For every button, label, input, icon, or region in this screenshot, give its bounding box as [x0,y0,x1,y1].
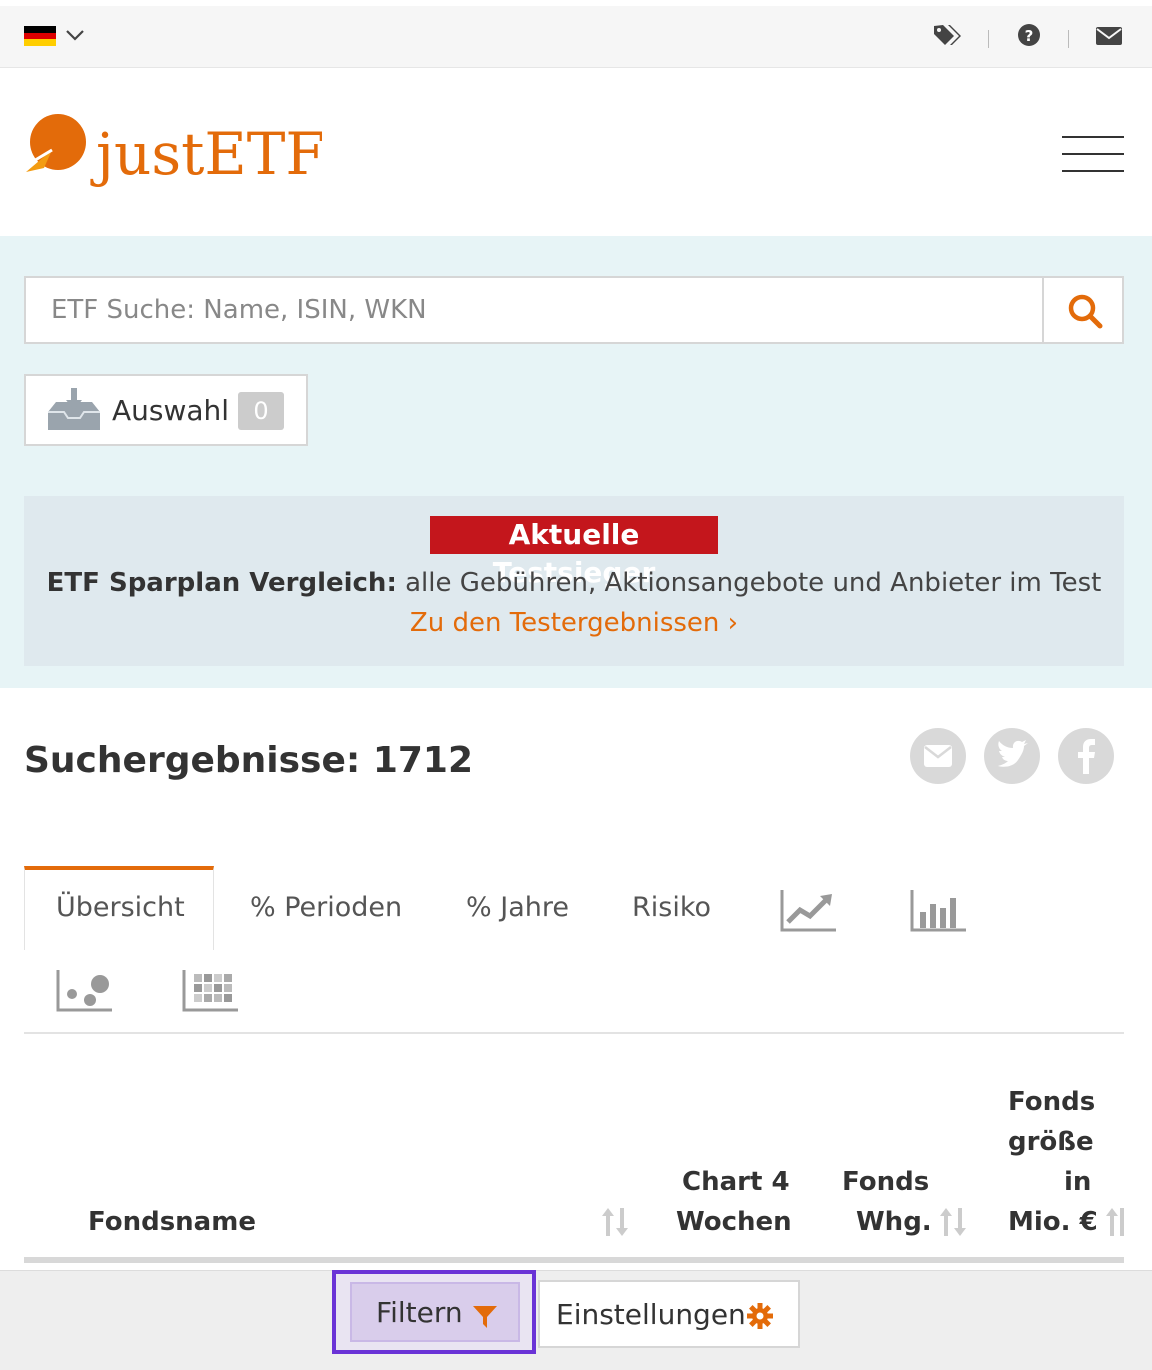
promo-link-label[interactable]: Zu den Testergebnissen [410,608,720,638]
results-table-header: Fondsname Chart 4 Wochen Fonds Whg. Fond… [24,1080,1124,1260]
filter-label[interactable]: Filtern [376,1296,463,1329]
gear-icon [747,1303,773,1329]
filter-button[interactable]: Filtern [332,1270,536,1354]
funnel-icon [473,1306,497,1328]
col-fund-name[interactable]: Fondsname [88,1202,256,1242]
chevron-down-icon[interactable] [64,24,86,46]
results-title: Suchergebnisse: 1712 [24,740,474,781]
separator [988,30,989,48]
justetf-logo[interactable]: justETF [22,110,322,202]
selection-count-badge: 0 [238,392,284,430]
inbox-download-icon [48,388,100,430]
tab-years[interactable]: % Jahre [466,892,569,923]
chevron-right-icon: › [727,608,739,638]
promo-banner: Aktuelle Testsieger ETF Sparplan Verglei… [24,496,1124,666]
hamburger-menu-icon[interactable] [1062,136,1124,174]
col-currency-line1[interactable]: Fonds [842,1162,929,1202]
promo-badge: Aktuelle Testsieger [430,516,718,589]
view-tabs: Übersicht % Perioden % Jahre Risiko [24,866,1124,1034]
col-chart-line2: Wochen [676,1207,792,1237]
promo-text-rest: alle Gebühren, Aktionsangebote und Anbie… [396,568,1102,598]
question-circle-icon[interactable]: ? [1016,22,1046,48]
col-chart-line1: Chart 4 [682,1167,790,1197]
top-bar [0,0,1152,68]
col-currency-line2[interactable]: Whg. [856,1202,932,1242]
promo-link[interactable]: Zu den Testergebnissen › [24,608,1124,638]
tab-risk[interactable]: Risiko [632,892,711,923]
promo-text: ETF Sparplan Vergleich: alle Gebühren, A… [24,568,1124,598]
search-icon [1068,294,1103,329]
tags-icon[interactable] [932,22,962,48]
twitter-icon[interactable] [984,728,1040,784]
sort-icon[interactable] [938,1206,968,1238]
tab-line-chart-icon[interactable] [780,888,838,934]
col-size-line1[interactable]: Fonds [1008,1082,1095,1122]
tab-heatmap-icon[interactable] [182,968,240,1014]
german-flag-icon[interactable] [24,26,56,46]
tab-overview-label[interactable]: Übersicht [56,892,185,923]
col-size-line4[interactable]: Mio. € [1008,1202,1098,1242]
tab-scatter-chart-icon[interactable] [56,968,114,1014]
selection-button[interactable]: Auswahl 0 [24,374,308,446]
svg-text:?: ? [1025,27,1034,45]
search-button[interactable] [1042,276,1124,344]
promo-text-bold: ETF Sparplan Vergleich: [46,568,397,598]
col-size-line3[interactable]: in [1064,1162,1091,1202]
filter-button-inner[interactable]: Filtern [350,1282,520,1342]
table-divider [24,1257,1124,1263]
envelope-icon[interactable] [1094,22,1124,48]
tab-periods[interactable]: % Perioden [250,892,402,923]
col-size-line2[interactable]: größe [1008,1122,1094,1162]
selection-label: Auswahl [112,394,230,427]
settings-label[interactable]: Einstellungen [556,1298,746,1331]
email-share-icon[interactable] [910,728,966,784]
facebook-icon[interactable] [1058,728,1114,784]
svg-text:justETF: justETF [90,120,322,188]
search-input[interactable] [26,278,1044,342]
sort-icon[interactable] [600,1206,630,1238]
separator [1068,30,1069,48]
tab-bar-chart-icon[interactable] [910,888,968,934]
search-field[interactable] [24,276,1044,344]
settings-button[interactable]: Einstellungen [538,1280,800,1348]
sort-icon[interactable] [1104,1206,1124,1238]
